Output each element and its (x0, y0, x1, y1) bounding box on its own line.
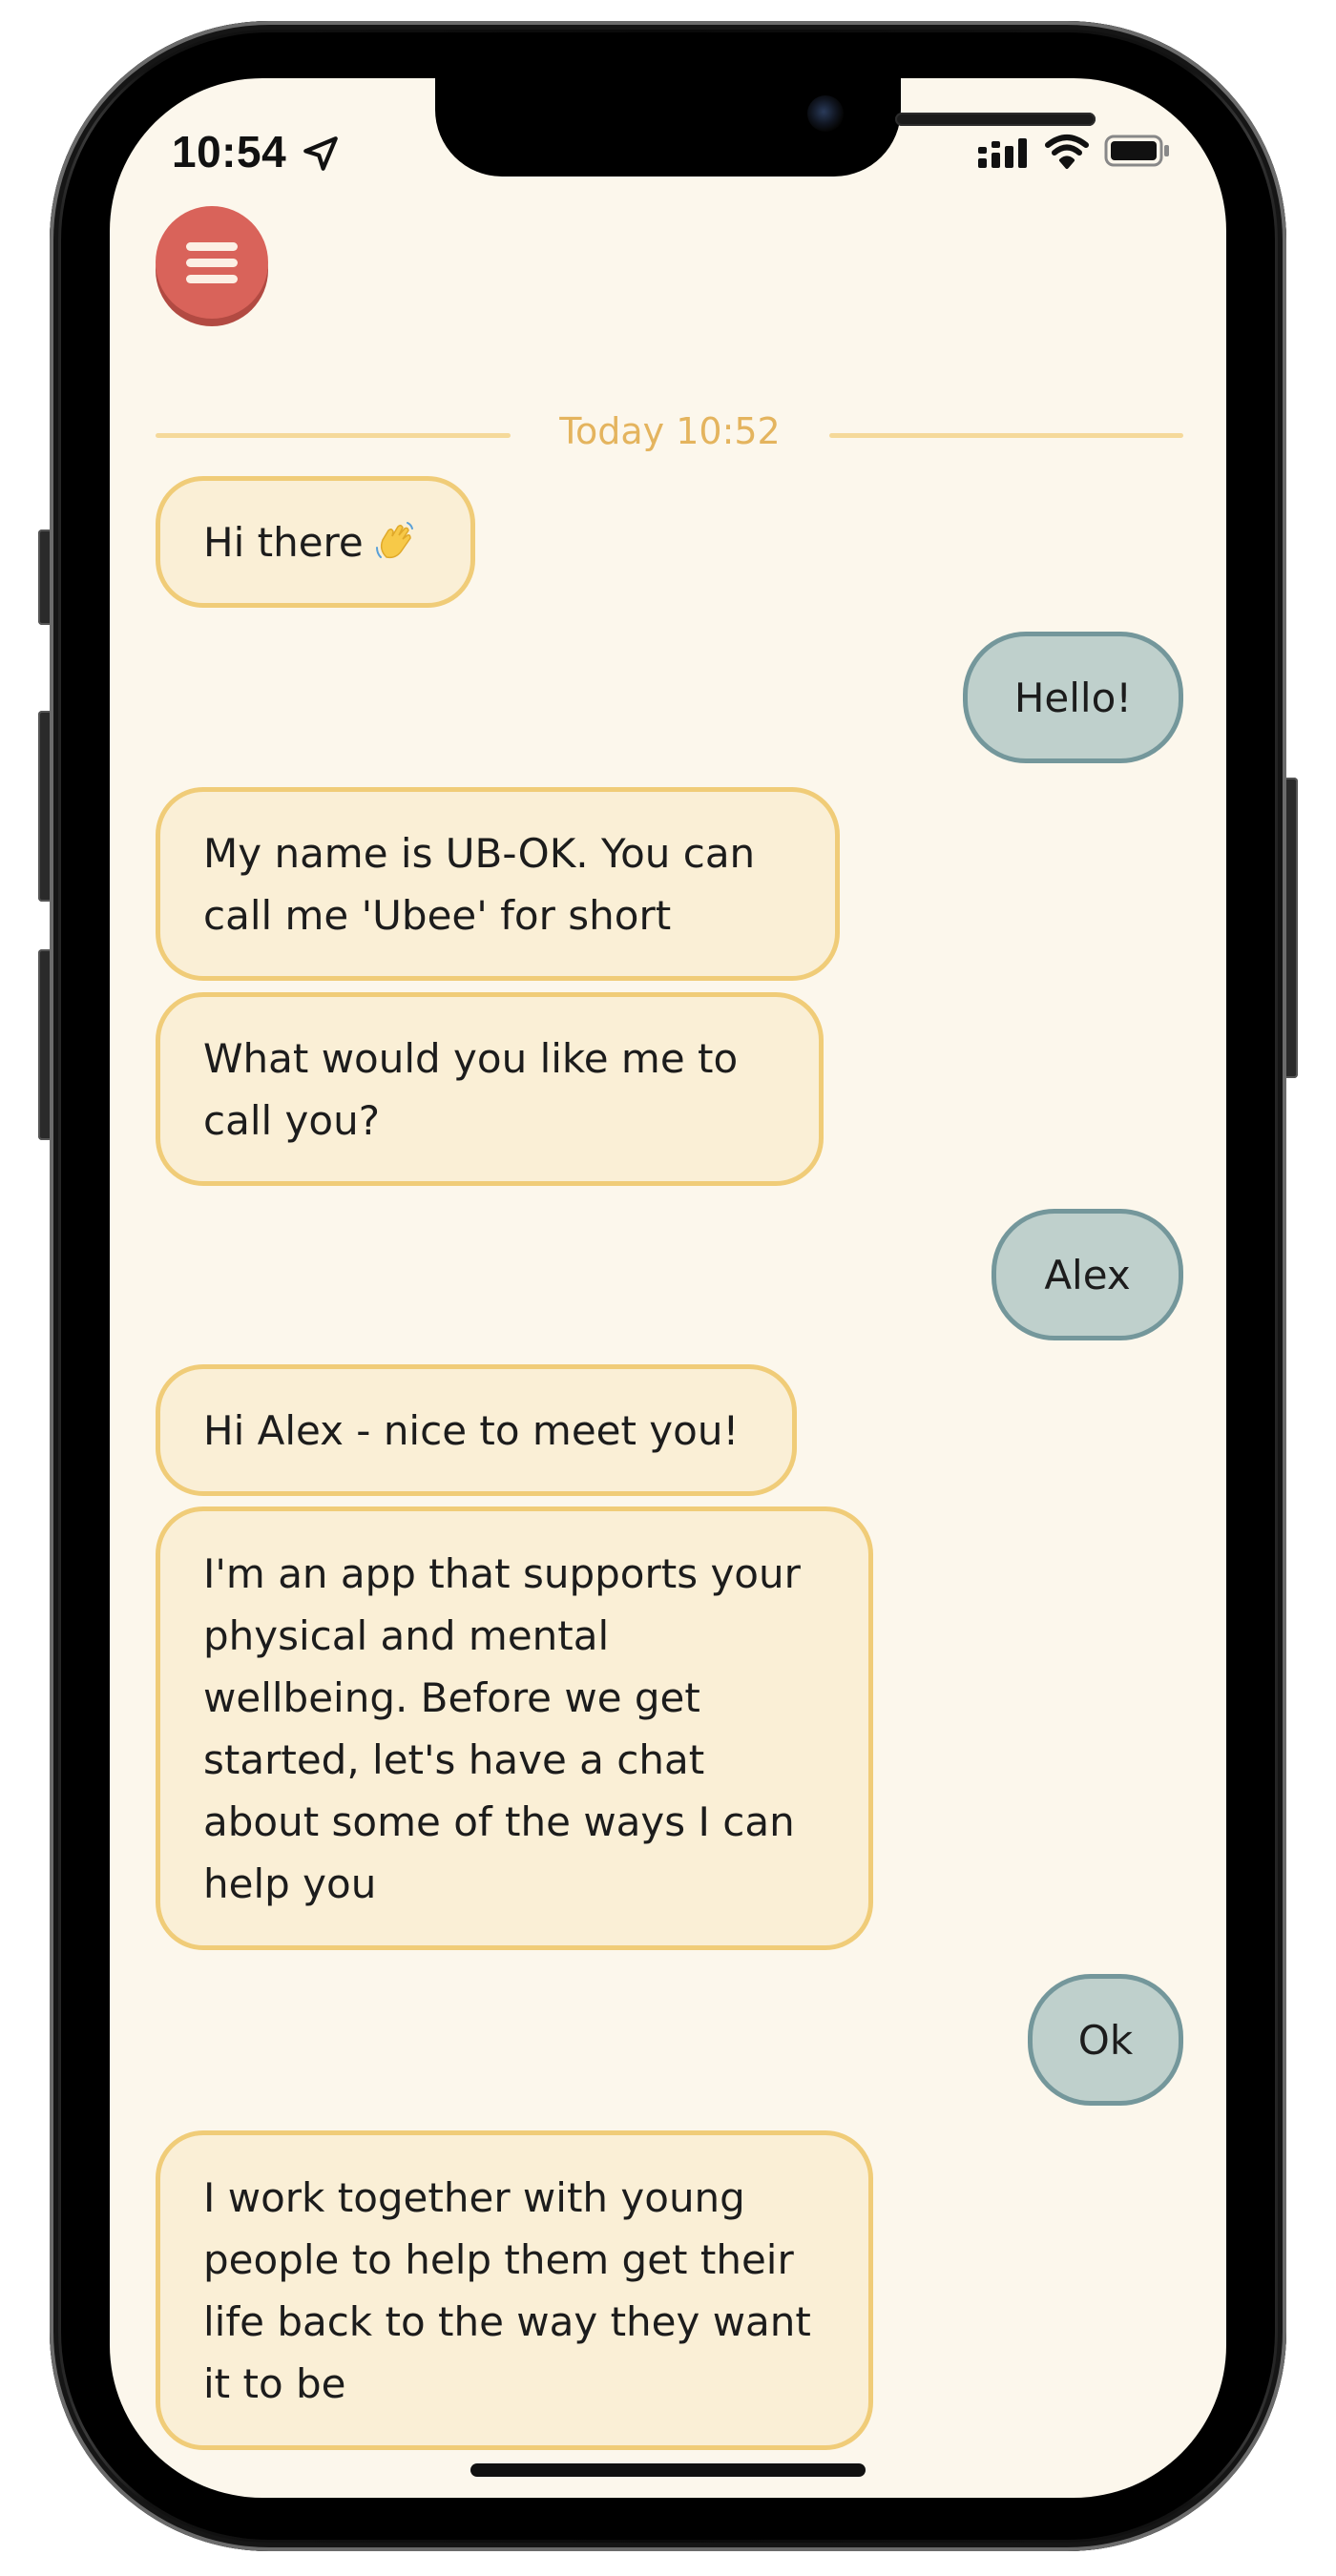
menu-button[interactable] (156, 206, 268, 319)
hamburger-menu-icon-bar (186, 275, 238, 283)
message-line: What would you like me to (203, 1034, 739, 1082)
message-line: help you (203, 1859, 377, 1907)
message-line: call me 'Ubee' for short (203, 891, 672, 939)
message-line: it to be (203, 2359, 346, 2407)
status-time: 10:54 (172, 127, 287, 177)
phone-mockup: 10:54 Today 10:52 Hi there Hello! My nam… (0, 0, 1336, 2576)
divider-line (829, 433, 1183, 438)
message-line: wellbeing. Before we get (203, 1673, 700, 1721)
date-divider-label: Today 10:52 (559, 410, 781, 452)
wifi-icon (1045, 135, 1089, 169)
message-line: life back to the way they want (203, 2297, 811, 2345)
signal-icon (978, 138, 1027, 168)
divider-line (156, 433, 511, 438)
speaker-grille (895, 113, 1096, 126)
hamburger-menu-icon-bar (186, 259, 238, 267)
user-message: Hello! (963, 632, 1183, 763)
home-indicator[interactable] (470, 2463, 866, 2477)
user-message: Alex (992, 1209, 1183, 1340)
message-line: call you? (203, 1096, 380, 1144)
waving-hand-icon (375, 522, 413, 559)
bot-message: Hi Alex - nice to meet you! (156, 1364, 797, 1496)
chat-screen: 10:54 Today 10:52 Hi there Hello! My nam… (110, 78, 1226, 2498)
bot-message: I work together with young people to hel… (156, 2130, 873, 2450)
message-text: Ok (1077, 2016, 1134, 2064)
message-line: I'm an app that supports your (203, 1549, 801, 1597)
notch (435, 78, 1096, 177)
location-arrow-icon (303, 136, 338, 171)
message-line: about some of the ways I can (203, 1797, 795, 1845)
message-line: started, let's have a chat (203, 1735, 705, 1783)
message-text: Alex (1044, 1251, 1131, 1298)
message-text: Hi Alex - nice to meet you! (203, 1406, 740, 1454)
date-divider: Today 10:52 (156, 401, 1183, 467)
bot-message: My name is UB-OK. You can call me 'Ubee'… (156, 787, 840, 981)
hamburger-menu-icon (186, 242, 238, 251)
bot-message: What would you like me to call you? (156, 992, 824, 1186)
message-text: Hi there (203, 518, 364, 566)
message-line: physical and mental (203, 1611, 610, 1659)
message-line: people to help them get their (203, 2235, 794, 2283)
bot-message: I'm an app that supports your physical a… (156, 1506, 873, 1950)
message-text: Hello! (1013, 674, 1133, 721)
bot-message: Hi there (156, 476, 475, 608)
message-line: I work together with young (203, 2173, 745, 2221)
message-line: My name is UB-OK. You can (203, 829, 756, 877)
user-message: Ok (1028, 1974, 1183, 2106)
battery-icon (1104, 135, 1169, 167)
front-camera (807, 95, 844, 132)
